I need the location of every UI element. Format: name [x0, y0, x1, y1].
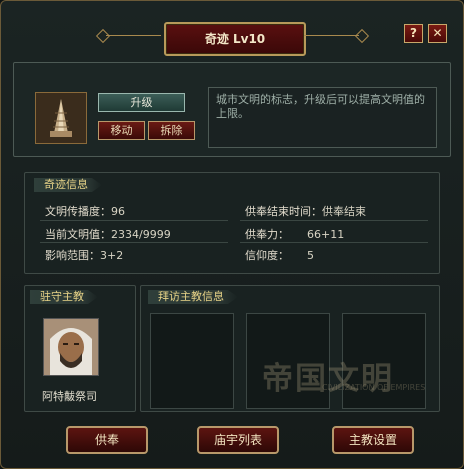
help-button[interactable]: ?: [404, 24, 423, 43]
title-ornament-left: [106, 35, 161, 36]
stat-value: 96: [111, 205, 125, 218]
watermark-subtitle: CIVILIZATION OF EMPIRES: [322, 383, 426, 392]
offer-button[interactable]: 供奉: [66, 426, 148, 454]
visit-slot[interactable]: [150, 313, 234, 409]
stat-label: 文明传播度：: [45, 205, 111, 218]
stat-label: 供奉结束时间：: [245, 205, 322, 218]
stat-faith: 信仰度： 5: [245, 247, 314, 263]
stat-range: 影响范围：3+2: [45, 247, 123, 263]
building-description: 城市文明的标志，升级后可以提高文明值的上限。: [216, 93, 425, 120]
info-heading: 奇迹信息: [34, 178, 102, 192]
stat-value: 3+2: [100, 249, 124, 262]
window-title: 奇迹 Lv10: [164, 22, 306, 56]
bishop-settings-button[interactable]: 主教设置: [332, 426, 414, 454]
stat-value: 66+11: [307, 228, 345, 241]
stat-label: 当前文明值：: [45, 228, 111, 241]
visit-heading: 拜访主教信息: [148, 290, 238, 304]
divider: [40, 220, 228, 221]
temple-list-button[interactable]: 庙宇列表: [197, 426, 279, 454]
stat-offering-power: 供奉力： 66+11: [245, 226, 344, 242]
upgrade-button[interactable]: 升级: [98, 93, 185, 112]
stat-offering-end: 供奉结束时间：供奉结束: [245, 203, 366, 219]
bishop-name: 阿特黻祭司: [42, 390, 97, 403]
divider: [240, 220, 428, 221]
garrison-heading: 驻守主教: [30, 290, 98, 304]
stat-label: 影响范围：: [45, 249, 100, 262]
divider: [40, 242, 228, 243]
title-ornament-right: [304, 35, 359, 36]
tower-icon: [35, 92, 87, 144]
divider: [240, 242, 428, 243]
stat-label: 信仰度：: [245, 249, 289, 262]
stat-spread: 文明传播度：96: [45, 203, 125, 219]
stat-value: 2334/9999: [111, 228, 171, 241]
stat-civilization: 当前文明值：2334/9999: [45, 226, 171, 242]
move-button[interactable]: 移动: [98, 121, 145, 140]
stat-value: 5: [307, 249, 314, 262]
close-button[interactable]: ✕: [428, 24, 447, 43]
bishop-portrait[interactable]: [43, 318, 99, 376]
stat-label: 供奉力：: [245, 228, 289, 241]
demolish-button[interactable]: 拆除: [148, 121, 195, 140]
stat-value: 供奉结束: [322, 205, 366, 218]
